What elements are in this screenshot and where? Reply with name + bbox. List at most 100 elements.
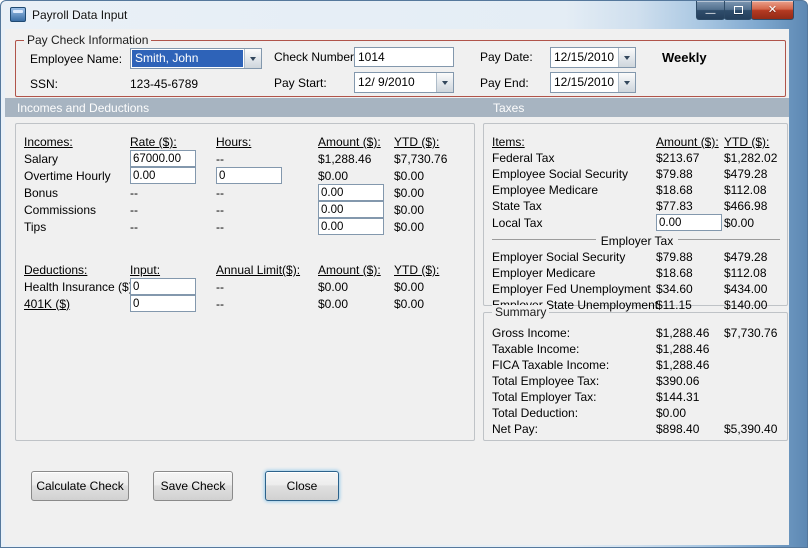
taxes-section-title: Taxes [493, 101, 525, 115]
local-tax-input[interactable] [656, 214, 722, 231]
summary-name: Total Employee Tax: [492, 374, 600, 388]
summary-amount: $1,288.46 [656, 358, 710, 372]
tax-row-emp-ss: Employee Social Security $79.88 $479.28 [492, 166, 782, 182]
maximize-button[interactable] [724, 1, 752, 20]
close-icon: ✕ [767, 3, 778, 16]
close-window-button[interactable]: ✕ [751, 1, 794, 20]
taxes-col-items: Items: [492, 135, 525, 149]
tax-row-employer-fed-unemp: Employer Fed Unemployment $34.60 $434.00 [492, 281, 782, 297]
employee-name-label: Employee Name: [30, 52, 123, 66]
commissions-amount-input[interactable] [318, 201, 384, 218]
deduction-ytd: $0.00 [394, 279, 425, 294]
tax-amount: $77.83 [656, 199, 693, 213]
chevron-down-icon[interactable] [436, 73, 453, 92]
pay-end-value: 12/15/2010 [554, 75, 615, 89]
deductions-col-amount: Amount ($): [318, 263, 381, 277]
bonus-amount-input[interactable] [318, 184, 384, 201]
deduction-name: Health Insurance ($) [24, 279, 133, 294]
summary-name: Total Deduction: [492, 406, 579, 420]
deduction-401k-link[interactable]: 401K ($) [24, 297, 130, 311]
income-ytd: $7,730.76 [394, 151, 448, 166]
pay-date-picker[interactable]: 12/15/2010 [550, 47, 636, 68]
maximize-icon [733, 6, 743, 14]
deduction-limit: -- [216, 279, 224, 294]
tax-ytd: $434.00 [724, 282, 768, 296]
section-header-bar: Incomes and Deductions Taxes [5, 98, 789, 117]
incomes-header-row: Incomes: Rate ($): Hours: Amount ($): YT… [24, 134, 469, 150]
income-ytd: $0.00 [394, 219, 425, 234]
overtime-hours-input[interactable] [216, 167, 282, 184]
tips-amount-input[interactable] [318, 218, 384, 235]
app-icon [10, 7, 26, 22]
deductions-col-limit: Annual Limit($): [216, 263, 301, 277]
incomes-col-hours: Hours: [216, 135, 252, 149]
income-row-commissions: Commissions -- -- $0.00 [24, 201, 469, 218]
minimize-button[interactable]: — [696, 1, 725, 20]
incomes-col-rate: Rate ($): [130, 135, 177, 149]
summary-table: Gross Income: $1,288.46 $7,730.76 Taxabl… [492, 325, 782, 437]
income-hours: -- [216, 185, 224, 200]
summary-row-gross: Gross Income: $1,288.46 $7,730.76 [492, 325, 782, 341]
income-row-tips: Tips -- -- $0.00 [24, 218, 469, 235]
summary-name: Total Employer Tax: [492, 390, 597, 404]
taxes-col-amount: Amount ($): [656, 135, 719, 149]
summary-row-taxable: Taxable Income: $1,288.46 [492, 341, 782, 357]
deductions-col-input: Input: [130, 263, 161, 277]
save-check-button[interactable]: Save Check [153, 471, 233, 501]
check-number-label: Check Number: [274, 50, 358, 64]
pay-end-label: Pay End: [480, 76, 529, 90]
salary-rate-input[interactable] [130, 150, 196, 167]
incomes-col-ytd: YTD ($): [394, 135, 440, 149]
tax-row-emp-medicare: Employee Medicare $18.68 $112.08 [492, 182, 782, 198]
deductions-header-row: Deductions: Input: Annual Limit($): Amou… [24, 262, 469, 278]
pay-start-label: Pay Start: [274, 76, 327, 90]
deduction-amount: $0.00 [318, 296, 349, 311]
ssn-label: SSN: [30, 77, 59, 91]
incomes-col-amount: Amount ($): [318, 135, 381, 149]
employer-tax-separator: Employer Tax [492, 232, 782, 249]
tax-ytd: $479.28 [724, 167, 768, 181]
tax-ytd: $112.08 [724, 183, 767, 197]
income-ytd: $0.00 [394, 185, 425, 200]
paycheck-info-group: Pay Check Information Employee Name: Smi… [15, 33, 786, 97]
check-number-input[interactable] [354, 47, 454, 67]
chevron-down-icon[interactable] [618, 73, 635, 92]
summary-ytd: $7,730.76 [724, 326, 778, 340]
taxes-header-row: Items: Amount ($): YTD ($): [492, 134, 782, 150]
tax-name: Employee Social Security [492, 167, 629, 181]
income-name: Salary [24, 151, 59, 166]
taxes-group: Items: Amount ($): YTD ($): Federal Tax … [483, 123, 788, 312]
health-insurance-input[interactable] [130, 278, 196, 295]
tax-amount: $18.68 [656, 266, 693, 280]
401k-input[interactable] [130, 295, 196, 312]
window-title: Payroll Data Input [32, 8, 128, 22]
overtime-rate-input[interactable] [130, 167, 196, 184]
tax-name: Employer Social Security [492, 250, 626, 264]
titlebar[interactable]: Payroll Data Input — ✕ [1, 1, 807, 29]
close-button[interactable]: Close [265, 471, 339, 501]
calculate-check-button[interactable]: Calculate Check [31, 471, 129, 501]
summary-amount: $1,288.46 [656, 326, 710, 340]
tax-amount: $34.60 [656, 282, 693, 296]
pay-end-picker[interactable]: 12/15/2010 [550, 72, 636, 93]
income-amount: $0.00 [318, 168, 349, 183]
chevron-down-icon[interactable] [618, 48, 635, 67]
income-amount: $1,288.46 [318, 151, 372, 166]
tax-row-employer-ss: Employer Social Security $79.88 $479.28 [492, 249, 782, 265]
tax-amount: $79.88 [656, 167, 693, 181]
summary-row-total-employee-tax: Total Employee Tax: $390.06 [492, 373, 782, 389]
chevron-down-icon[interactable] [244, 49, 261, 68]
tax-amount: $18.68 [656, 183, 693, 197]
incomes-section-title: Incomes and Deductions [17, 101, 150, 115]
employer-tax-title: Employer Tax [595, 234, 679, 248]
income-hours: -- [216, 219, 224, 234]
tax-row-federal: Federal Tax $213.67 $1,282.02 [492, 150, 782, 166]
summary-name: Net Pay: [492, 422, 539, 436]
pay-start-picker[interactable]: 12/ 9/2010 [354, 72, 454, 93]
pay-start-value: 12/ 9/2010 [358, 75, 415, 89]
pay-date-label: Pay Date: [480, 50, 533, 64]
employee-name-combo[interactable]: Smith, John [130, 48, 262, 69]
summary-name: Gross Income: [492, 326, 571, 340]
income-hours: -- [216, 151, 224, 166]
deduction-ytd: $0.00 [394, 296, 425, 311]
